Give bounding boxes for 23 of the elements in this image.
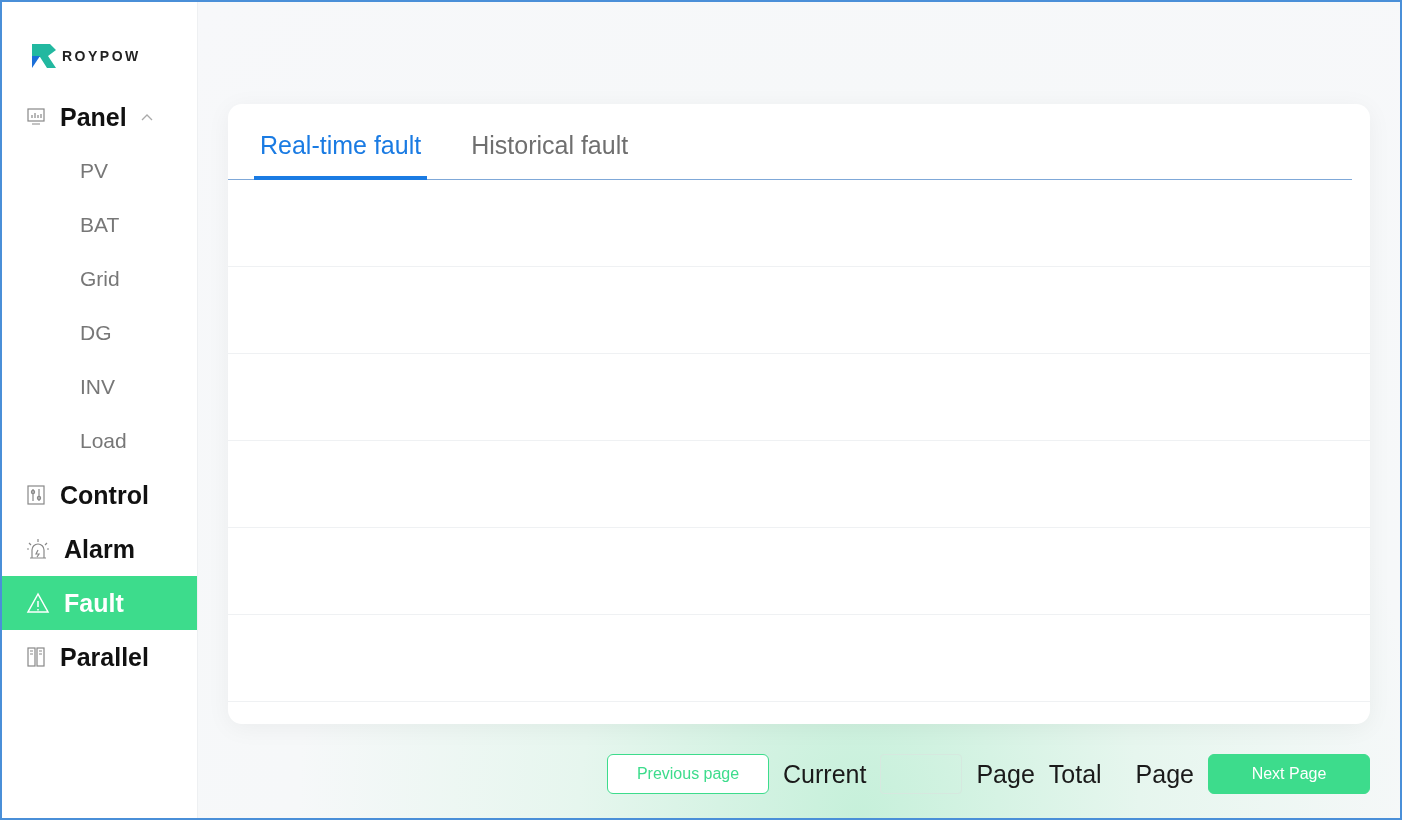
warning-icon	[26, 592, 50, 614]
sidebar-item[interactable]: Control	[2, 468, 197, 522]
logo-text: ROYPOW	[62, 48, 141, 64]
logo-icon	[30, 42, 58, 70]
total-label: Total	[1048, 759, 1102, 789]
tab[interactable]: Historical fault	[465, 131, 635, 180]
sidebar-subitem[interactable]: PV	[2, 144, 197, 198]
sidebar-item[interactable]: Parallel	[2, 630, 197, 684]
sidebar-item[interactable]: Alarm	[2, 522, 197, 576]
page-label: Page	[1135, 759, 1194, 789]
sidebar-item[interactable]: Panel	[2, 90, 197, 144]
page-label: Page	[976, 759, 1035, 789]
sidebar-subitem[interactable]: DG	[2, 306, 197, 360]
sliders-icon	[26, 484, 46, 506]
siren-icon	[26, 538, 50, 560]
monitor-icon	[26, 107, 46, 127]
tab[interactable]: Real-time fault	[254, 131, 428, 180]
sidebar-subitem[interactable]: BAT	[2, 198, 197, 252]
sidebar-subitem[interactable]: Load	[2, 414, 197, 468]
sidebar-subitem[interactable]: INV	[2, 360, 197, 414]
current-label: Current	[783, 759, 867, 789]
sidebar-subitem[interactable]: Grid	[2, 252, 197, 306]
cabinet-icon	[26, 646, 46, 668]
